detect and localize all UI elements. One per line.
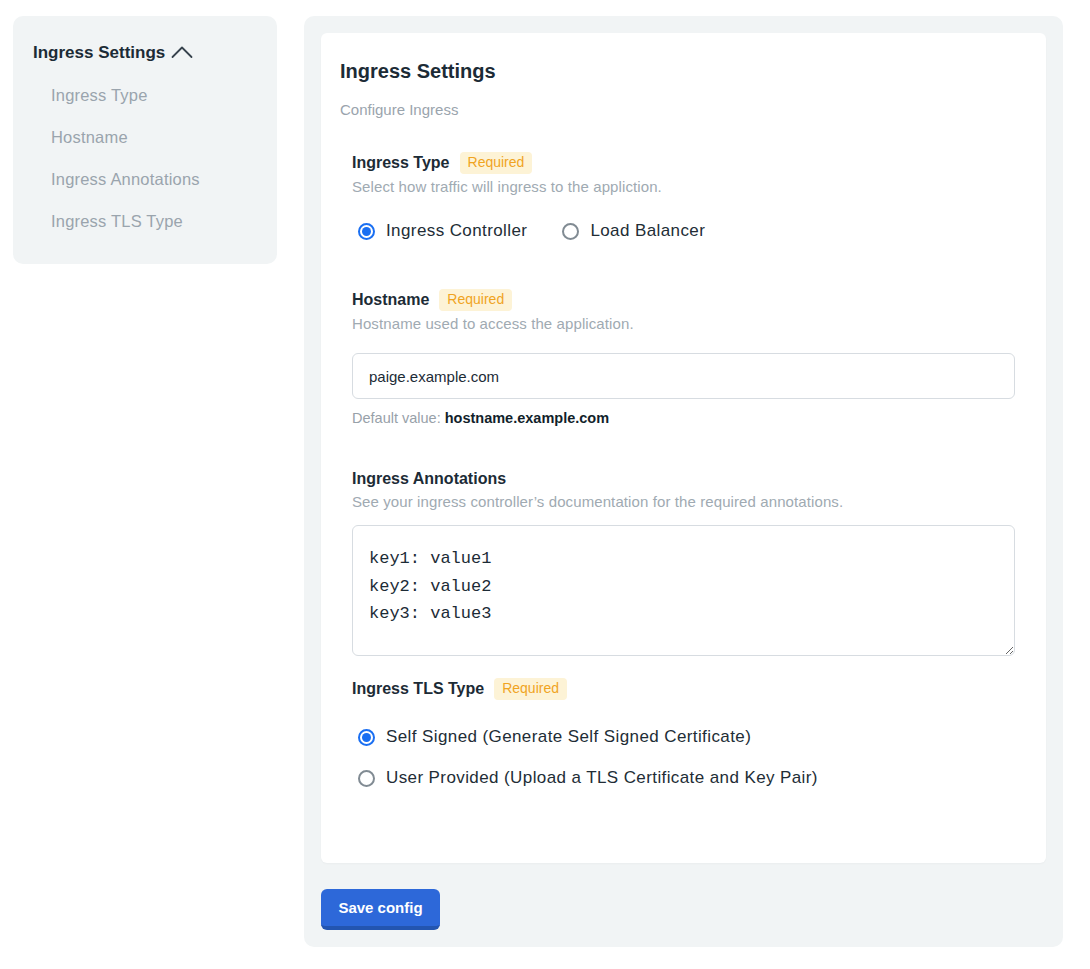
- sidebar-header-label: Ingress Settings: [33, 43, 165, 63]
- sidebar: Ingress Settings Ingress Type Hostname I…: [13, 16, 277, 264]
- required-badge: Required: [439, 289, 512, 311]
- radio-option-self-signed[interactable]: Self Signed (Generate Self Signed Certif…: [358, 727, 1015, 747]
- ingress-settings-card: Ingress Settings Configure Ingress Ingre…: [321, 33, 1046, 863]
- save-config-button[interactable]: Save config: [321, 889, 440, 930]
- sidebar-item-ingress-annotations[interactable]: Ingress Annotations: [33, 169, 257, 189]
- chevron-up-icon: [169, 44, 195, 62]
- hostname-default-line: Default value: hostname.example.com: [352, 410, 1015, 427]
- required-badge: Required: [494, 678, 567, 700]
- section-hostname: Hostname Required Hostname used to acces…: [352, 289, 1015, 427]
- required-badge: Required: [460, 152, 533, 174]
- hostname-heading: Hostname: [352, 290, 429, 310]
- sidebar-header-ingress-settings[interactable]: Ingress Settings: [33, 43, 257, 63]
- hostname-input[interactable]: [352, 353, 1015, 399]
- radio-unselected-icon[interactable]: [562, 223, 579, 240]
- ingress-annotations-description: See your ingress controller’s documentat…: [352, 493, 1015, 511]
- section-ingress-tls-type: Ingress TLS Type Required Self Signed (G…: [352, 678, 1015, 788]
- radio-selected-icon[interactable]: [358, 223, 375, 240]
- section-ingress-type: Ingress Type Required Select how traffic…: [352, 152, 1015, 241]
- radio-option-ingress-controller[interactable]: Ingress Controller: [358, 221, 527, 241]
- main-panel: Ingress Settings Configure Ingress Ingre…: [304, 16, 1063, 947]
- radio-unselected-icon[interactable]: [358, 770, 375, 787]
- ingress-tls-type-heading: Ingress TLS Type: [352, 679, 484, 699]
- default-value-text: hostname.example.com: [445, 410, 609, 426]
- ingress-type-heading: Ingress Type: [352, 153, 450, 173]
- page-subtitle: Configure Ingress: [340, 101, 1015, 119]
- radio-option-load-balancer[interactable]: Load Balancer: [562, 221, 705, 241]
- ingress-annotations-heading: Ingress Annotations: [352, 469, 506, 489]
- hostname-description: Hostname used to access the application.: [352, 315, 1015, 333]
- sidebar-item-hostname[interactable]: Hostname: [33, 127, 257, 147]
- ingress-type-description: Select how traffic will ingress to the a…: [352, 178, 1015, 196]
- page-title: Ingress Settings: [340, 60, 1015, 83]
- ingress-annotations-textarea[interactable]: key1: value1 key2: value2 key3: value3: [352, 525, 1015, 656]
- section-ingress-annotations: Ingress Annotations See your ingress con…: [352, 469, 1015, 656]
- radio-option-user-provided[interactable]: User Provided (Upload a TLS Certificate …: [358, 768, 1015, 788]
- sidebar-item-ingress-type[interactable]: Ingress Type: [33, 85, 257, 105]
- radio-selected-icon[interactable]: [358, 729, 375, 746]
- default-value-label: Default value:: [352, 410, 441, 426]
- sidebar-item-ingress-tls-type[interactable]: Ingress TLS Type: [33, 211, 257, 231]
